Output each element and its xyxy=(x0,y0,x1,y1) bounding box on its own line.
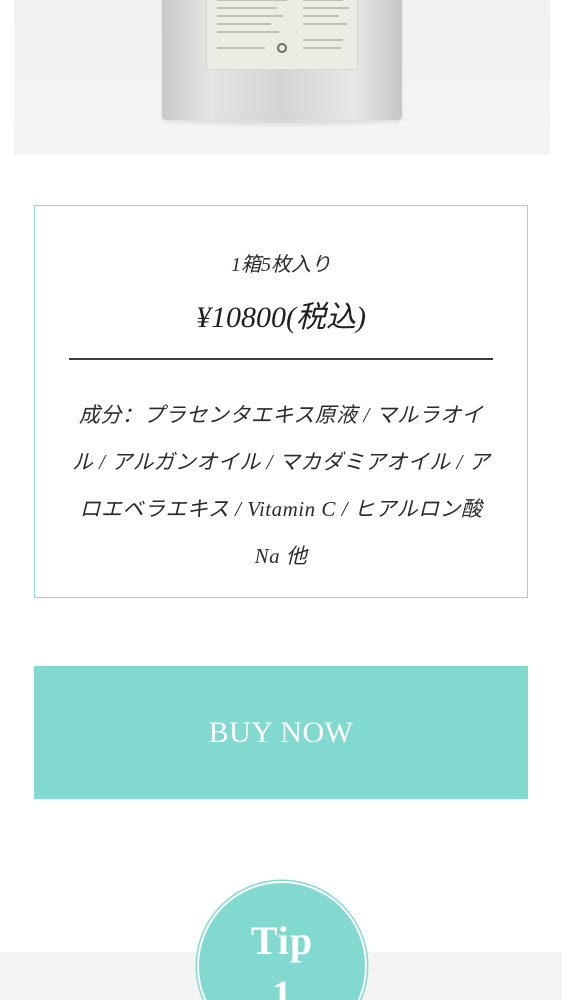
price-label: ¥10800(税込) xyxy=(196,301,366,334)
product-page: 1箱5枚入り ¥10800(税込) 成分：プラセンタエキス原液 / マルラオイル… xyxy=(0,0,562,1000)
divider xyxy=(69,358,493,360)
product-image xyxy=(14,0,550,155)
tip-badge: Tip 1 xyxy=(199,883,365,1000)
product-pouch-graphic xyxy=(162,0,402,120)
tip-word: Tip xyxy=(250,918,314,963)
buy-now-button[interactable]: BUY NOW xyxy=(34,666,528,799)
tip-number: 1 xyxy=(272,972,292,1000)
ingredients-text: 成分：プラセンタエキス原液 / マルラオイル / アルガンオイル / マカダミア… xyxy=(71,403,491,568)
quantity-label: 1箱5枚入り xyxy=(231,254,331,276)
pouch-label-graphic xyxy=(206,0,358,70)
price-info-box: 1箱5枚入り ¥10800(税込) 成分：プラセンタエキス原液 / マルラオイル… xyxy=(34,205,528,598)
recycle-mark-icon xyxy=(277,43,287,53)
